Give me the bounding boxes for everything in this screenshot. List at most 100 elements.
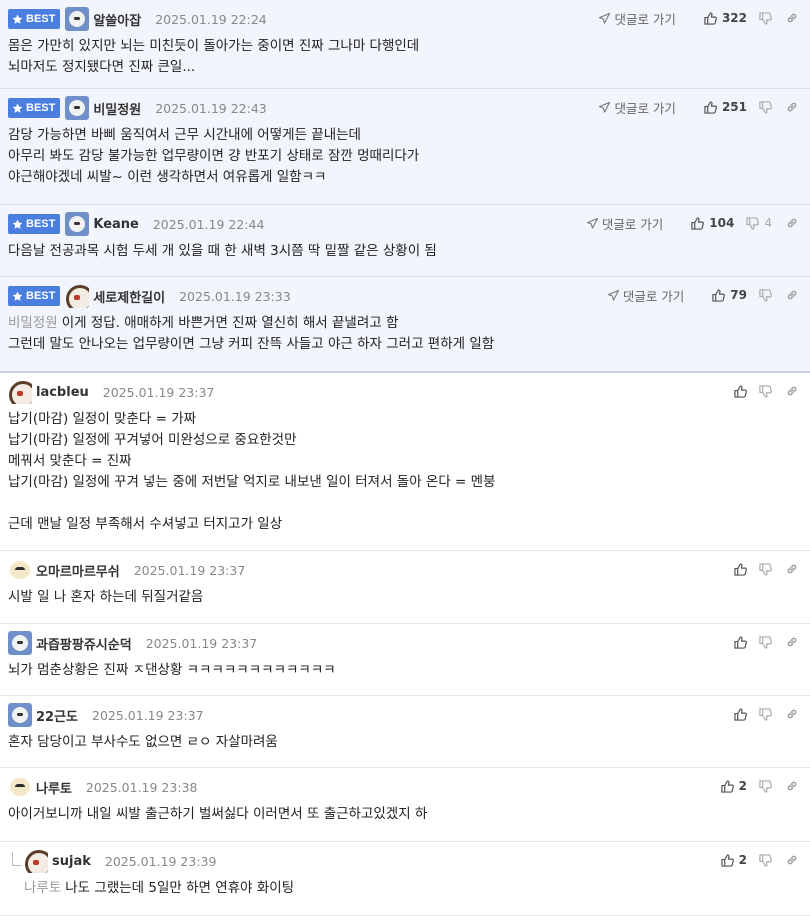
downvote-button[interactable] (759, 853, 772, 867)
upvote-button[interactable]: 251 (704, 100, 747, 114)
avatar[interactable] (24, 849, 48, 873)
permalink-button[interactable] (786, 708, 798, 720)
avatar[interactable] (65, 7, 90, 31)
nickname[interactable]: 세로제한길이 (93, 287, 165, 306)
upvote-button[interactable]: 104 (691, 216, 734, 230)
downvote-count: 4 (764, 216, 772, 230)
avatar[interactable] (8, 703, 32, 727)
goto-comment-link[interactable]: 댓글로 가기 (586, 214, 664, 233)
nickname[interactable]: 나루토 (36, 778, 72, 797)
permalink-button[interactable] (786, 385, 798, 397)
thumbs-down-icon (759, 11, 772, 25)
nickname[interactable]: 22근도 (36, 706, 78, 725)
downvote-button[interactable] (759, 384, 772, 398)
comment-line: 근데 맨날 일정 부족해서 수셔넣고 터지고가 일상 (8, 514, 798, 535)
permalink-button[interactable] (786, 289, 798, 301)
link-icon (787, 13, 797, 23)
link-icon (787, 102, 797, 112)
comment-actions (722, 704, 798, 724)
avatar[interactable] (8, 558, 32, 582)
comment-header: 22근도 2025.01.19 23:37 (8, 703, 204, 727)
goto-label: 댓글로 가기 (601, 216, 664, 232)
upvote-button[interactable] (734, 384, 747, 398)
comment-line: 감당 가능하면 바삐 움직여서 근무 시간내에 어떻게든 끝내는데 (8, 125, 798, 146)
avatar[interactable] (8, 775, 32, 799)
thumbs-down-icon (759, 779, 772, 793)
nickname[interactable]: Keane (93, 217, 139, 232)
thumbs-down-icon (759, 853, 772, 867)
downvote-button[interactable] (759, 562, 772, 576)
timestamp: 2025.01.19 23:37 (133, 562, 246, 578)
downvote-button[interactable] (759, 288, 772, 302)
timestamp: 2025.01.19 23:37 (145, 635, 258, 651)
avatar[interactable] (65, 284, 90, 308)
star-icon (12, 14, 23, 24)
comment-text: 납기(마감) 일정이 맞춘다 = 가짜 (8, 411, 197, 427)
upvote-button[interactable]: 2 (720, 779, 747, 793)
thumbs-down-icon (759, 707, 772, 721)
downvote-button[interactable] (759, 707, 772, 721)
mention-link[interactable]: 비밀정원 (8, 315, 58, 331)
nickname[interactable]: lacbleu (36, 385, 89, 400)
downvote-button[interactable] (759, 11, 772, 25)
comment-item: 나루토 2025.01.19 23:38 2 아이거보니까 내일 씨발 출근하기… (0, 768, 810, 842)
thumbs-up-icon (720, 779, 734, 793)
upvote-button[interactable] (734, 562, 747, 576)
nickname[interactable]: 비밀정원 (93, 99, 141, 118)
downvote-button[interactable] (759, 100, 772, 114)
permalink-button[interactable] (786, 780, 798, 792)
comment-header: 오마르마르무쉬 2025.01.19 23:37 (8, 559, 245, 581)
comment-item: BEST Keane 2025.01.19 22:44 댓글로 가기 104 4 (0, 205, 810, 277)
goto-comment-link[interactable]: 댓글로 가기 (607, 286, 684, 305)
permalink-button[interactable] (786, 563, 798, 575)
downvote-button[interactable]: 4 (746, 216, 772, 230)
comment-text: 시발 일 나 혼자 하는데 뒤질거같음 (8, 589, 204, 605)
avatar[interactable] (8, 380, 32, 404)
comment-line: 납기(마감) 일정에 꾸겨넣어 미완성으로 중요한것만 (8, 430, 798, 451)
nickname[interactable]: 과즙팡팡쥬시순덕 (36, 634, 132, 653)
link-icon (787, 781, 797, 791)
goto-comment-link[interactable]: 댓글로 가기 (599, 9, 676, 28)
comment-item: 과즙팡팡쥬시순덕 2025.01.19 23:37 뇌가 멈춘상황은 진짜 ㅈ댄… (0, 624, 810, 696)
thumbs-down-icon (746, 216, 760, 230)
upvote-count: 2 (738, 779, 747, 793)
avatar[interactable] (65, 96, 90, 120)
best-label: BEST (26, 218, 56, 230)
comment-body: 납기(마감) 일정이 맞춘다 = 가짜납기(마감) 일정에 꾸겨넣어 미완성으로… (8, 409, 798, 535)
comment-text: 근데 맨날 일정 부족해서 수셔넣고 터지고가 일상 (8, 516, 283, 532)
comment-line: 시발 일 나 혼자 하는데 뒤질거같음 (8, 587, 798, 608)
comment-text: 메꿔서 맞춘다 = 진짜 (8, 453, 132, 469)
comment-text: 감당 가능하면 바삐 움직여서 근무 시간내에 어떻게든 끝내는데 (8, 127, 361, 143)
nickname[interactable]: 알쓸아잡 (93, 10, 141, 29)
avatar[interactable] (8, 631, 32, 655)
link-icon (787, 290, 797, 300)
comment-text: 그런데 말도 안나오는 업무량이면 그냥 커피 잔뜩 사들고 야근 하자 그러고… (8, 336, 495, 352)
comment-text: 납기(마감) 일정에 꾸겨 넣는 중에 저번달 억지로 내보낸 일이 터져서 돌… (8, 474, 496, 490)
send-arrow-icon (607, 289, 619, 301)
comment-line: 뇌가 멈춘상황은 진짜 ㅈ댄상황 ㅋㅋㅋㅋㅋㅋㅋㅋㅋㅋㅋㅋ (8, 660, 798, 681)
timestamp: 2025.01.19 22:24 (155, 11, 267, 27)
thumbs-up-icon (712, 288, 726, 302)
downvote-button[interactable] (759, 779, 772, 793)
upvote-button[interactable]: 79 (712, 288, 747, 302)
permalink-button[interactable] (786, 854, 798, 866)
upvote-button[interactable] (734, 707, 747, 721)
comment-text: 납기(마감) 일정에 꾸겨넣어 미완성으로 중요한것만 (8, 432, 297, 448)
mention-link[interactable]: 나루토 (24, 880, 61, 896)
comment-line: 나루토 나도 그랬는데 5일만 하면 연휴야 화이팅 (24, 878, 798, 899)
permalink-button[interactable] (786, 217, 798, 229)
permalink-button[interactable] (786, 636, 798, 648)
permalink-button[interactable] (786, 12, 798, 24)
upvote-button[interactable] (734, 635, 747, 649)
permalink-button[interactable] (786, 101, 798, 113)
goto-comment-link[interactable]: 댓글로 가기 (599, 98, 676, 117)
downvote-button[interactable] (759, 635, 772, 649)
nickname[interactable]: 오마르마르무쉬 (36, 561, 120, 580)
avatar[interactable] (65, 212, 90, 236)
link-icon (787, 637, 797, 647)
nickname[interactable]: sujak (52, 854, 91, 869)
comment-actions (722, 559, 798, 579)
upvote-button[interactable]: 2 (720, 853, 747, 867)
upvote-button[interactable]: 322 (704, 11, 747, 25)
link-icon (787, 564, 797, 574)
